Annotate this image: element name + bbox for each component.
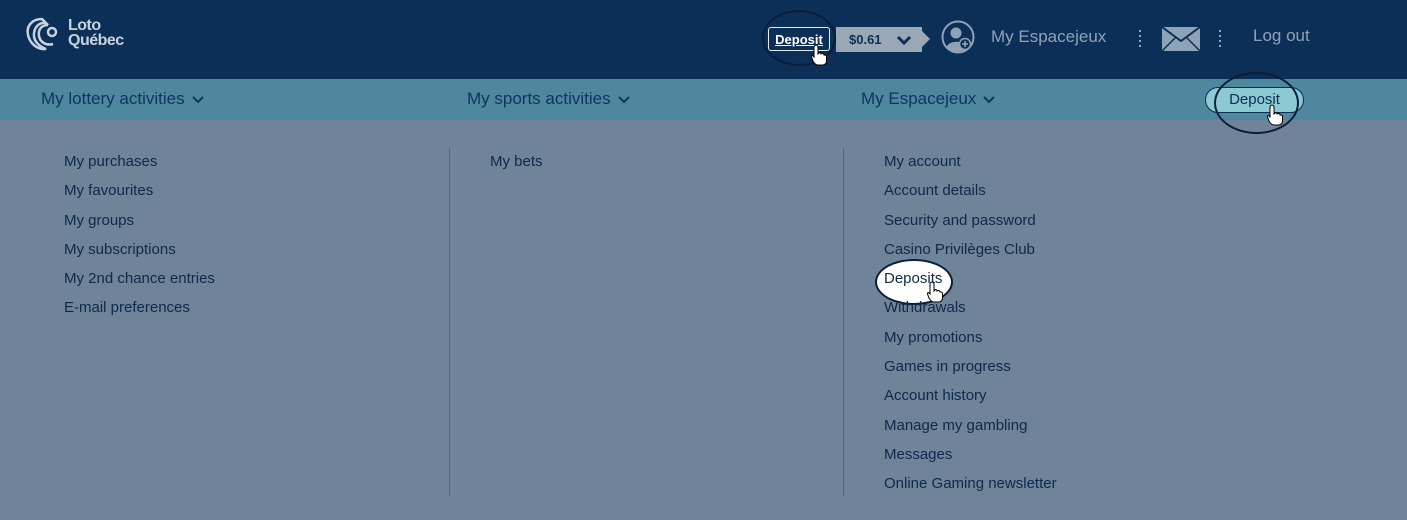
- balance-dropdown[interactable]: $0.61: [836, 27, 930, 52]
- header-separator: [1139, 30, 1141, 50]
- nav-sports-activities[interactable]: My sports activities: [467, 89, 630, 109]
- menu-item-my-account[interactable]: My account: [884, 150, 1057, 179]
- menu-item-my-groups[interactable]: My groups: [64, 209, 215, 238]
- menu-item-my-subscriptions[interactable]: My subscriptions: [64, 238, 215, 267]
- mail-icon[interactable]: [1161, 26, 1201, 52]
- balance-amount: $0.61: [849, 32, 882, 47]
- menu-item-withdrawals[interactable]: Withdrawals: [884, 296, 1057, 325]
- nav-lottery-label: My lottery activities: [41, 89, 185, 108]
- logo-line-2: Québec: [68, 32, 124, 49]
- menu-item-casino-privileges-club[interactable]: Casino Privilèges Club: [884, 238, 1057, 267]
- menu-item-security-password[interactable]: Security and password: [884, 209, 1057, 238]
- logo-icon: [26, 17, 58, 51]
- menu-item-my-purchases[interactable]: My purchases: [64, 150, 215, 179]
- header-separator: [1219, 30, 1221, 50]
- logout-link[interactable]: Log out: [1253, 26, 1310, 46]
- chevron-down-icon: [191, 95, 204, 103]
- espacejeux-menu-column: My account Account details Security and …: [884, 150, 1057, 502]
- menu-item-account-history[interactable]: Account history: [884, 384, 1057, 413]
- nav-espacejeux-label: My Espacejeux: [861, 89, 977, 108]
- logo-text: Loto Québec: [68, 17, 124, 49]
- column-divider: [843, 148, 844, 496]
- menu-item-messages[interactable]: Messages: [884, 443, 1057, 472]
- main-nav: My lottery activities My sports activiti…: [0, 79, 1407, 120]
- loto-quebec-logo[interactable]: Loto Québec: [24, 15, 134, 55]
- menu-item-deposits[interactable]: Deposits: [884, 267, 1057, 296]
- logo-line-1: Loto: [68, 17, 101, 34]
- chevron-down-icon: [896, 35, 912, 46]
- nav-sports-label: My sports activities: [467, 89, 611, 108]
- menu-item-manage-gambling[interactable]: Manage my gambling: [884, 414, 1057, 443]
- menu-item-my-favourites[interactable]: My favourites: [64, 179, 215, 208]
- menu-item-account-details[interactable]: Account details: [884, 179, 1057, 208]
- my-espacejeux-link[interactable]: My Espacejeux: [991, 27, 1106, 47]
- header-deposit-button[interactable]: Deposit: [768, 27, 830, 51]
- menu-item-my-promotions[interactable]: My promotions: [884, 326, 1057, 355]
- nav-lottery-activities[interactable]: My lottery activities: [41, 89, 204, 109]
- menu-item-online-gaming-newsletter[interactable]: Online Gaming newsletter: [884, 472, 1057, 501]
- nav-deposit-button[interactable]: Deposit: [1205, 87, 1304, 113]
- chevron-down-icon: [983, 95, 995, 103]
- lottery-menu-column: My purchases My favourites My groups My …: [64, 150, 215, 326]
- menu-item-games-in-progress[interactable]: Games in progress: [884, 355, 1057, 384]
- top-header: Loto Québec Deposit $0.61 My Espacejeux …: [0, 0, 1407, 79]
- menu-item-email-preferences[interactable]: E-mail preferences: [64, 296, 215, 325]
- chevron-down-icon: [617, 95, 630, 103]
- sports-menu-column: My bets: [490, 150, 543, 179]
- nav-my-espacejeux[interactable]: My Espacejeux: [861, 89, 995, 109]
- column-divider: [449, 148, 450, 496]
- menu-item-2nd-chance-entries[interactable]: My 2nd chance entries: [64, 267, 215, 296]
- menu-item-my-bets[interactable]: My bets: [490, 150, 543, 179]
- avatar-icon[interactable]: [941, 20, 975, 54]
